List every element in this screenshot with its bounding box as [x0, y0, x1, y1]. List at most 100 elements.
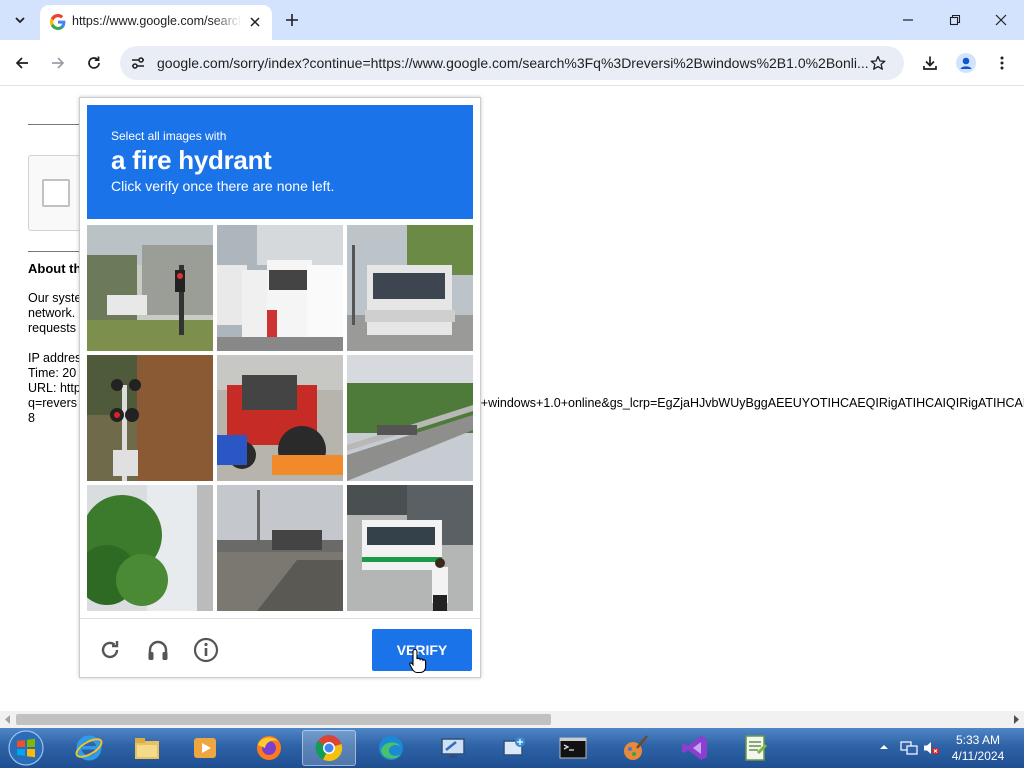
taskbar-media-player[interactable]: [178, 730, 232, 766]
google-favicon-icon: [50, 14, 66, 30]
download-icon: [923, 56, 937, 70]
captcha-tile-4[interactable]: [87, 355, 213, 481]
edge-icon: [379, 736, 403, 760]
taskbar-firefox[interactable]: [242, 730, 296, 766]
plus-icon: [286, 14, 298, 26]
help-button[interactable]: [192, 636, 220, 664]
captcha-instruction: Select all images with: [111, 129, 227, 143]
horizontal-scrollbar[interactable]: [0, 711, 1024, 728]
taskbar-paint[interactable]: [608, 730, 662, 766]
body-text-line: network.: [28, 306, 76, 320]
captcha-target-object: a fire hydrant: [111, 145, 272, 175]
taskbar-visual-studio[interactable]: [668, 730, 722, 766]
new-tab-button[interactable]: [280, 8, 304, 32]
captcha-challenge: Select all images with a fire hydrant Cl…: [79, 97, 481, 678]
system-clock[interactable]: 5:33 AM 4/11/2024: [940, 732, 1016, 764]
network-tray-icon[interactable]: [900, 740, 918, 756]
captcha-subtext: Click verify once there are none left.: [111, 178, 335, 194]
star-icon: [870, 55, 886, 70]
forward-button[interactable]: [42, 47, 74, 79]
start-button[interactable]: [4, 730, 48, 766]
captcha-tile-5[interactable]: [217, 355, 343, 481]
volume-muted-icon[interactable]: [922, 740, 940, 756]
media-player-icon: [194, 738, 216, 758]
taskbar-internet-explorer[interactable]: [62, 730, 116, 766]
notepad-plus-plus-icon: [745, 735, 768, 761]
scrollbar-thumb[interactable]: [16, 714, 551, 725]
recaptcha-checkbox[interactable]: [42, 179, 70, 207]
restore-button[interactable]: [940, 6, 970, 34]
url-text[interactable]: google.com/sorry/index?continue=https://…: [157, 55, 869, 73]
internet-explorer-icon: [75, 735, 103, 761]
audio-challenge-button[interactable]: [144, 636, 172, 664]
profile-button[interactable]: [950, 47, 982, 79]
captcha-header: Select all images with a fire hydrant Cl…: [87, 105, 473, 219]
url-line: URL: http: [28, 381, 81, 395]
avatar-icon: [956, 53, 976, 73]
tray-overflow-icon[interactable]: [878, 740, 890, 754]
taskbar-command-prompt[interactable]: [546, 730, 600, 766]
menu-button[interactable]: [986, 47, 1018, 79]
close-window-button[interactable]: [986, 6, 1016, 34]
tune-icon: [132, 57, 144, 69]
minimize-icon: [903, 19, 913, 21]
network-icon: [503, 737, 525, 756]
address-bar[interactable]: google.com/sorry/index?continue=https://…: [120, 46, 904, 80]
captcha-tile-6[interactable]: [347, 355, 473, 481]
reload-challenge-button[interactable]: [96, 636, 124, 664]
site-info-button[interactable]: [126, 51, 150, 75]
minimize-button[interactable]: [893, 6, 923, 34]
downloads-button[interactable]: [914, 47, 946, 79]
captcha-tile-2[interactable]: [217, 225, 343, 351]
taskbar-edge[interactable]: [364, 730, 418, 766]
reload-icon: [88, 56, 100, 69]
close-icon: [995, 14, 1007, 26]
tab-strip: https://www.google.com/search?q=reversi: [0, 0, 1024, 40]
clock-time: 5:33 AM: [955, 733, 1001, 747]
body-text-line: requests: [28, 321, 76, 335]
arrow-right-icon: [52, 57, 65, 69]
captcha-tile-1[interactable]: [87, 225, 213, 351]
firefox-icon: [257, 736, 281, 760]
more-vert-icon: [1000, 56, 1004, 70]
taskbar-remote-desktop[interactable]: [426, 730, 480, 766]
captcha-footer-divider: [80, 618, 480, 619]
arrow-left-icon: [15, 57, 28, 69]
paint-icon: [624, 735, 648, 760]
time-line: Time: 20: [28, 366, 77, 380]
captcha-tile-8[interactable]: [217, 485, 343, 611]
bookmark-button[interactable]: [866, 51, 890, 75]
close-icon: [250, 17, 260, 27]
reload-icon: [101, 641, 119, 659]
scroll-left-icon[interactable]: [4, 715, 12, 724]
visual-studio-icon: [682, 736, 707, 760]
reload-button[interactable]: [78, 47, 110, 79]
taskbar-file-explorer[interactable]: [120, 730, 174, 766]
hand-cursor-icon: [409, 648, 427, 674]
taskbar-network-tool[interactable]: [486, 730, 540, 766]
back-button[interactable]: [6, 47, 38, 79]
ip-address-line: IP addres: [28, 351, 82, 365]
tab-search-button[interactable]: [6, 8, 34, 32]
scroll-right-icon[interactable]: [1012, 715, 1020, 724]
taskbar-chrome[interactable]: [302, 730, 356, 766]
captcha-tile-9[interactable]: [347, 485, 473, 611]
windows-taskbar: 5:33 AM 4/11/2024: [0, 728, 1024, 768]
file-explorer-icon: [135, 738, 159, 759]
tab-close-button[interactable]: [246, 13, 264, 31]
tab-title: https://www.google.com/search?q=reversi: [72, 14, 242, 28]
command-prompt-icon: [559, 737, 587, 759]
taskbar-notepad-plus-plus[interactable]: [728, 730, 782, 766]
query-line: q=revers: [28, 396, 77, 410]
captcha-tile-3[interactable]: [347, 225, 473, 351]
restore-icon: [949, 14, 961, 26]
captcha-tile-7[interactable]: [87, 485, 213, 611]
captcha-image-grid: [87, 225, 473, 611]
headphones-icon: [148, 640, 168, 660]
page-content: About th Our syste network. requests IP …: [0, 87, 1024, 711]
tab-active[interactable]: https://www.google.com/search?q=reversi: [40, 5, 272, 40]
chevron-down-icon: [15, 17, 25, 24]
windows-start-icon: [8, 730, 44, 766]
url-line-end: 8: [28, 411, 35, 425]
clock-date: 4/11/2024: [951, 749, 1005, 763]
